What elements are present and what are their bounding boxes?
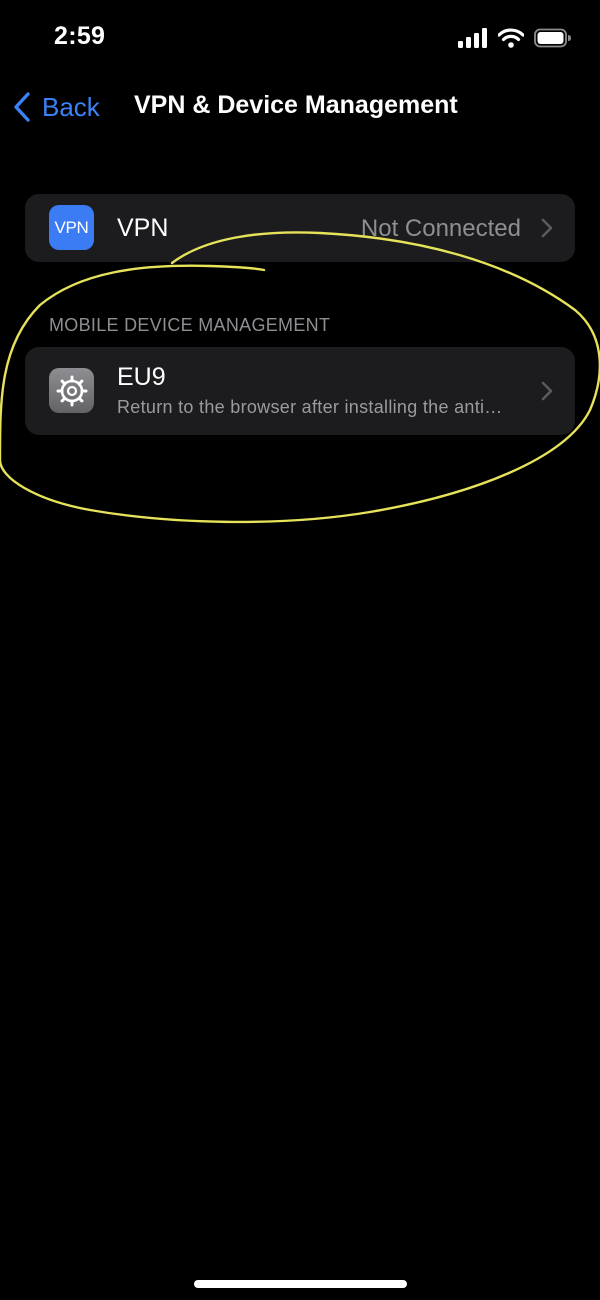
mdm-group: EU9 Return to the browser after installi… xyxy=(25,347,575,435)
back-button[interactable]: Back xyxy=(12,86,100,128)
section-header-mdm: MOBILE DEVICE MANAGEMENT xyxy=(49,315,331,335)
profile-name: EU9 xyxy=(117,363,166,391)
home-indicator xyxy=(194,1280,407,1288)
settings-gear-icon xyxy=(49,368,94,413)
chevron-left-icon xyxy=(14,92,30,122)
status-time: 2:59 xyxy=(54,22,106,50)
back-label: Back xyxy=(42,91,100,122)
navigation-bar: Back VPN & Device Management xyxy=(0,80,600,134)
chevron-right-icon xyxy=(541,218,553,238)
chevron-right-icon xyxy=(541,381,553,401)
page-title: VPN & Device Management xyxy=(134,91,458,119)
vpn-label: VPN xyxy=(117,214,169,242)
status-bar: 2:59 xyxy=(0,0,600,80)
mdm-profile-row[interactable]: EU9 Return to the browser after installi… xyxy=(25,347,575,435)
profile-description: Return to the browser after installing t… xyxy=(117,397,503,417)
wifi-icon xyxy=(498,28,524,48)
battery-icon xyxy=(534,28,571,48)
signal-icon xyxy=(458,28,487,48)
vpn-status: Not Connected xyxy=(360,215,521,242)
vpn-row[interactable]: VPN VPN Not Connected xyxy=(25,194,575,262)
status-icons xyxy=(458,26,572,50)
vpn-group: VPN VPN Not Connected xyxy=(25,194,575,262)
vpn-app-icon: VPN xyxy=(49,205,94,250)
